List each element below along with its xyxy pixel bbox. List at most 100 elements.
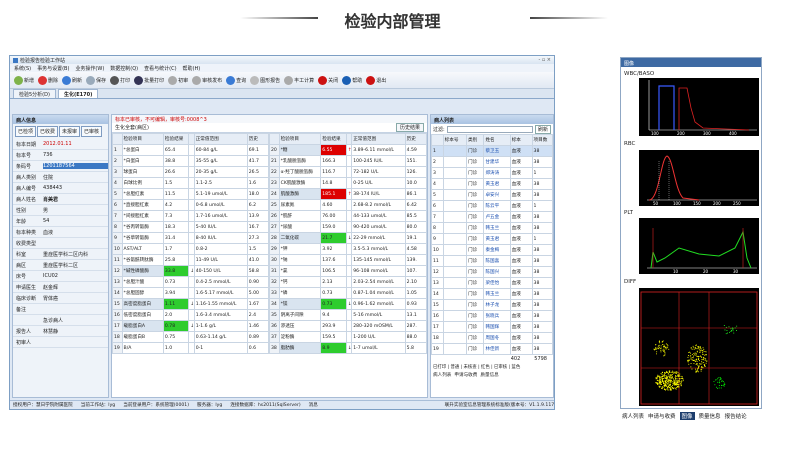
result-cell[interactable]: 33.8: [162, 265, 190, 277]
toolbar-button-8[interactable]: 查询: [226, 75, 246, 85]
patient-field-value[interactable]: 1201187564: [43, 163, 108, 169]
result-row[interactable]: 28 二氧化碳 21.7 ↓ 22-29 mmol/L 19.1: [269, 232, 428, 244]
result-row[interactable]: 10 AST/ALT 1.7 0.8-2 1.5: [112, 243, 270, 255]
window-controls[interactable]: - ▫ ×: [538, 57, 554, 63]
result-cell[interactable]: 137.6: [320, 254, 347, 266]
patient-field-value[interactable]: 2012.01.11: [43, 141, 108, 147]
patient-field-value[interactable]: 重症医学科二区内科: [43, 251, 108, 258]
list-item[interactable]: 18 门诊 周国冬 血液 38: [431, 332, 554, 344]
result-cell[interactable]: 65.4: [162, 144, 190, 156]
result-cell[interactable]: 1.7: [162, 243, 190, 255]
list-item[interactable]: 1 门诊 蔡卫玉 血液 38: [431, 145, 554, 157]
result-cell[interactable]: 7.3: [162, 210, 190, 222]
patient-field-value[interactable]: 438443: [43, 185, 108, 191]
list-item[interactable]: 2 门诊 甘建华 血液 38: [431, 156, 554, 168]
result-row[interactable]: 15 高密度脂蛋白 1.11 ↓ 1.16-1.55 mmol/L 1.67: [112, 298, 270, 310]
list-item[interactable]: 9 门诊 黄玉君 血液 1: [431, 233, 554, 245]
result-row[interactable]: 12 *碱性磷酸酶 33.8 ↓ 40-150 U/L 58.8: [112, 265, 270, 277]
list-header-cell[interactable]: 类别: [465, 134, 485, 146]
list-item[interactable]: 12 门诊 陈国兴 血液 38: [431, 266, 554, 278]
list-header-cell[interactable]: 项目数: [531, 134, 554, 146]
result-row[interactable]: 30 *钠 137.6 135-145 mmol/L 139.: [269, 254, 428, 266]
result-row[interactable]: 34 *镁 0.73 ↓ 0.96-1.62 mmol/L 0.93: [269, 298, 428, 310]
result-row[interactable]: 24 肌酸激酶 185.1 ↑ 38-174 IU/L 86.1: [269, 188, 428, 200]
result-row[interactable]: 20 *糖 6.55 ↑ 3.89-6.11 mmol/L 4.59: [269, 144, 428, 156]
result-cell[interactable]: 6.55: [320, 144, 347, 156]
toolbar-button-7[interactable]: 审核发布: [192, 75, 222, 85]
result-row[interactable]: 21 *乳酸脱氢酶 166.3 100-245 IU/L 151.: [269, 155, 428, 167]
list-item[interactable]: 6 门诊 陈云平 血液 1: [431, 200, 554, 212]
result-row[interactable]: 27 *尿酸 159.0 90-420 umol/L 80.0: [269, 221, 428, 233]
list-header-cell[interactable]: [431, 134, 444, 146]
result-cell[interactable]: 1.0: [162, 342, 190, 354]
result-cell[interactable]: 2.0: [162, 309, 190, 321]
menu-item-1[interactable]: 事务与设置(B): [37, 65, 69, 72]
tab-analysis[interactable]: 检验5分析(D): [13, 89, 56, 98]
menu-item-2[interactable]: 业务操作(W): [75, 65, 104, 72]
result-cell[interactable]: 116.7: [320, 166, 347, 178]
list-item[interactable]: 4 门诊 黄玉君 血液 38: [431, 178, 554, 190]
result-cell[interactable]: 166.3: [320, 155, 347, 167]
toolbar-button-11[interactable]: 关闭: [318, 75, 338, 85]
result-row[interactable]: 4 白球比例 1.5 1.1-2.5 1.6: [112, 177, 270, 189]
result-cell[interactable]: 0.78: [162, 320, 190, 332]
result-cell[interactable]: 9.4: [320, 309, 347, 321]
graph-tab-0[interactable]: 病人列表: [622, 412, 644, 420]
patient-field-value[interactable]: 男: [43, 207, 108, 214]
filter-select[interactable]: [446, 125, 533, 133]
list-item[interactable]: 10 门诊 秦金梅 血液 38: [431, 244, 554, 256]
patient-field-value[interactable]: 736: [43, 152, 108, 158]
list-item[interactable]: 16 门诊 张晓兵 血液 38: [431, 310, 554, 322]
list-item[interactable]: 5 门诊 卓安兴 血液 38: [431, 189, 554, 201]
result-cell[interactable]: 2.13: [320, 276, 347, 288]
result-row[interactable]: 35 阴离子间隙 9.4 5-16 mmol/L 13.1: [269, 309, 428, 321]
patient-field-value[interactable]: 胃体癌: [43, 295, 108, 302]
patient-filter-button-2[interactable]: 未报审: [59, 126, 81, 137]
list-item[interactable]: 13 门诊 梁佳怡 血液 38: [431, 277, 554, 289]
list-item[interactable]: 17 门诊 韩国辉 血液 38: [431, 321, 554, 333]
result-row[interactable]: 31 *氯 106.5 96-108 mmol/L 107.: [269, 265, 428, 277]
result-row[interactable]: 23 CK肌酸激酶 14.8 0-25 U/L 10.0: [269, 177, 428, 189]
result-cell[interactable]: 1.11: [162, 298, 190, 310]
result-row[interactable]: 17 载脂蛋白A 0.78 ↓ 1-1.6 g/L 1.46: [112, 320, 270, 332]
result-row[interactable]: 18 载脂蛋白B 0.75 0.63-1.14 g/L 0.89: [112, 331, 270, 343]
toolbar-button-1[interactable]: 删除: [38, 75, 58, 85]
result-cell[interactable]: 14.8: [320, 177, 347, 189]
result-row[interactable]: 7 *间接胆红素 7.3 1.7-16 umol/L 13.9: [112, 210, 270, 222]
toolbar-button-6[interactable]: 初审: [168, 75, 188, 85]
list-item[interactable]: 15 门诊 林子龙 血液 38: [431, 299, 554, 311]
toolbar-button-0[interactable]: 新增: [14, 75, 34, 85]
toolbar-button-3[interactable]: 保存: [86, 75, 106, 85]
patient-field-value[interactable]: ICU02: [43, 273, 108, 279]
result-cell[interactable]: 1.5: [162, 177, 190, 189]
result-row[interactable]: 1 *总蛋白 65.4 60-84 g/L 69.1: [112, 144, 270, 156]
result-cell[interactable]: 25.8: [162, 254, 190, 266]
list-tab-2[interactable]: 质量信息: [480, 372, 498, 378]
history-button[interactable]: 历史结果: [395, 123, 424, 132]
result-cell[interactable]: 159.0: [320, 221, 347, 233]
patient-filter-button-3[interactable]: 已审核: [81, 126, 103, 137]
result-row[interactable]: 11 *谷氨酰转肽酶 25.8 11-49 U/L 41.0: [112, 254, 270, 266]
menu-item-5[interactable]: 帮助(H): [183, 65, 201, 72]
result-row[interactable]: 5 *总胆红素 11.5 5.1-19 umol/L 18.0: [112, 188, 270, 200]
patient-field-value[interactable]: 重症医学科二区: [43, 262, 108, 269]
result-cell[interactable]: 76.00: [320, 210, 347, 222]
result-row[interactable]: 22 α-羟丁酸脱氢酶 116.7 72-182 U/L 126.: [269, 166, 428, 178]
patient-field-value[interactable]: 肖美君: [43, 196, 108, 203]
list-header-cell[interactable]: 标本: [509, 134, 533, 146]
list-header-cell[interactable]: 标本号: [442, 134, 467, 146]
result-cell[interactable]: 293.9: [320, 320, 347, 332]
result-row[interactable]: 14 *总胆固醇 3.94 1.6-5.17 mmol/L 5.00: [112, 287, 270, 299]
result-row[interactable]: 26 *肌酐 76.00 44-133 umol/L 85.5: [269, 210, 428, 222]
patient-field-value[interactable]: 急诊病人: [43, 317, 108, 324]
menu-item-3[interactable]: 数据控制(Q): [110, 65, 138, 72]
result-cell[interactable]: 3.94: [162, 287, 190, 299]
result-row[interactable]: 37 淀粉酶 159.5 1-200 U/L 88.0: [269, 331, 428, 343]
result-cell[interactable]: 26.6: [162, 166, 190, 178]
graph-tab-3[interactable]: 质量信息: [699, 412, 721, 420]
toolbar-button-5[interactable]: 批量打印: [134, 75, 164, 85]
toolbar-button-10[interactable]: 丰工计算: [284, 75, 314, 85]
toolbar-button-9[interactable]: 图形报告: [250, 75, 280, 85]
result-cell[interactable]: 0.75: [162, 331, 190, 343]
result-cell[interactable]: 185.1: [320, 188, 347, 200]
